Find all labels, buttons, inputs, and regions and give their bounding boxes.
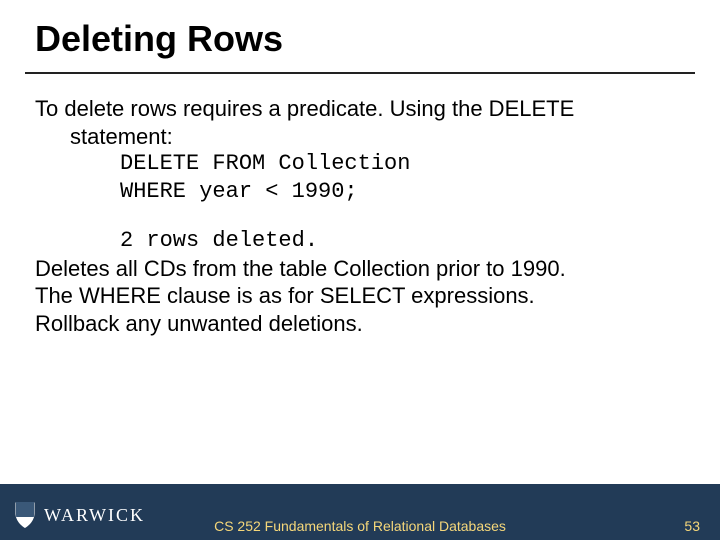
slide: Deleting Rows To delete rows requires a … [0, 0, 720, 540]
blank-line [35, 205, 675, 227]
result-line: 2 rows deleted. [120, 227, 675, 255]
intro-line-2: statement: [70, 123, 675, 151]
code-line-2: WHERE year < 1990; [120, 178, 675, 206]
code-line-1: DELETE FROM Collection [120, 150, 675, 178]
intro-line-1: To delete rows requires a predicate. Usi… [35, 95, 675, 123]
slide-body: To delete rows requires a predicate. Usi… [35, 95, 675, 337]
explain-line-1: Deletes all CDs from the table Collectio… [35, 255, 675, 283]
title-underline [25, 72, 695, 74]
page-number: 53 [684, 518, 700, 534]
explain-line-2: The WHERE clause is as for SELECT expres… [35, 282, 675, 310]
footer-bar: WARWICK CS 252 Fundamentals of Relationa… [0, 484, 720, 540]
course-title: CS 252 Fundamentals of Relational Databa… [0, 518, 720, 534]
explain-line-3: Rollback any unwanted deletions. [35, 310, 675, 338]
slide-title: Deleting Rows [35, 18, 283, 60]
